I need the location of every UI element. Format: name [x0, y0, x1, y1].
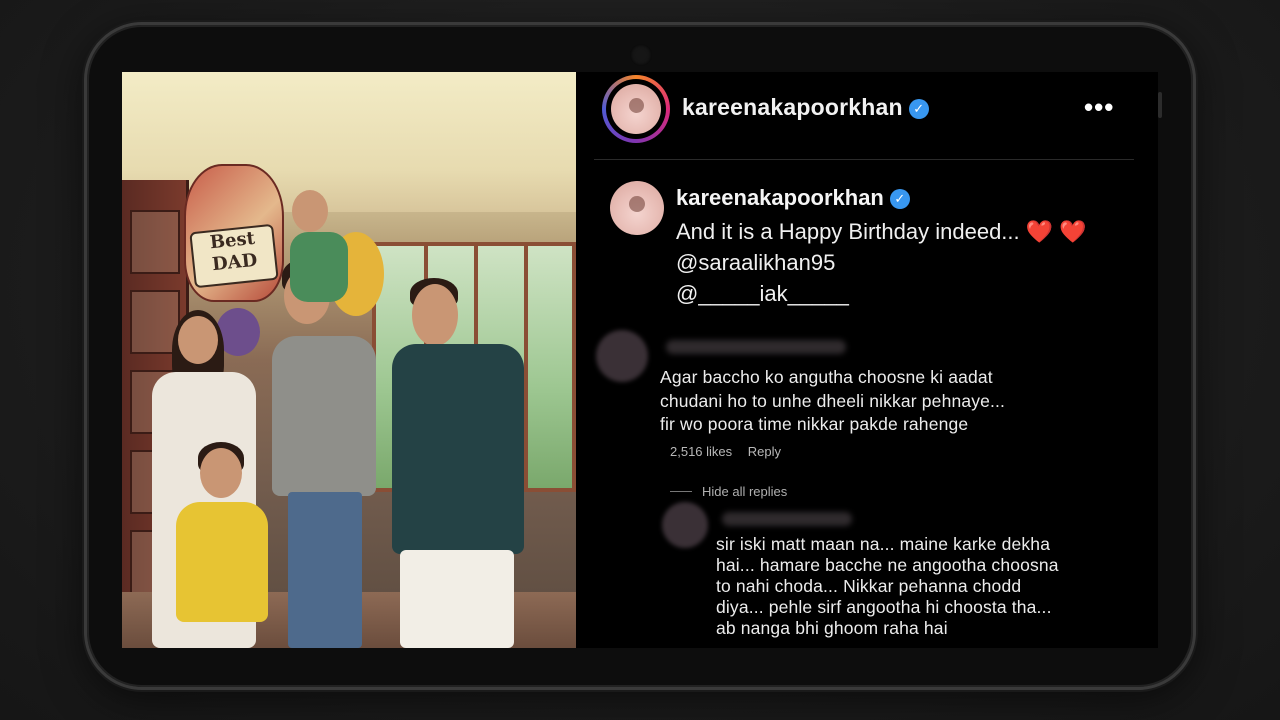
balloon-text: Best DAD: [189, 223, 279, 289]
front-camera: [630, 44, 652, 66]
commenter-username[interactable]: [666, 340, 846, 354]
post-details-panel: kareenakapoorkhan ✓ ••• kareenakapoorkhan…: [576, 72, 1158, 648]
comment-meta: 2,516 likes Reply: [670, 444, 793, 459]
hide-replies-button[interactable]: Hide all replies: [670, 484, 787, 499]
comment-line: Agar baccho ko angutha choosne ki aadat: [660, 367, 993, 387]
commenter-avatar[interactable]: [596, 330, 648, 382]
best-dad-balloon: Best DAD: [184, 164, 284, 302]
heart-emoji: ❤️ ❤️: [1025, 219, 1087, 244]
reply-button[interactable]: Reply: [748, 444, 781, 459]
reply-username[interactable]: [722, 512, 852, 526]
profile-avatar: [611, 84, 661, 134]
mention-link[interactable]: @saraalikhan95: [676, 247, 1087, 278]
more-options-icon[interactable]: •••: [1084, 92, 1114, 123]
side-button: [1158, 92, 1162, 118]
post-photo[interactable]: Best DAD: [122, 72, 576, 648]
hide-replies-label: Hide all replies: [702, 484, 788, 499]
caption-username-text: kareenakapoorkhan: [676, 185, 884, 210]
comment-text: Agar baccho ko angutha choosne ki aadat …: [660, 366, 1005, 437]
header-divider: [594, 159, 1134, 160]
profile-story-ring[interactable]: [602, 75, 670, 143]
reply-text: sir iski matt maan na... maine karke dek…: [716, 534, 1059, 639]
caption-username[interactable]: kareenakapoorkhan ✓: [676, 185, 910, 211]
caption-body: And it is a Happy Birthday indeed... ❤️ …: [676, 216, 1087, 309]
post-username[interactable]: kareenakapoorkhan ✓: [682, 94, 929, 121]
reply-avatar[interactable]: [662, 502, 708, 548]
reply-line: hai... hamare bacche ne angootha choosna: [716, 555, 1059, 575]
replies-line: [670, 491, 692, 492]
comment-likes[interactable]: 2,516 likes: [670, 444, 732, 459]
caption-text: And it is a Happy Birthday indeed...: [676, 219, 1020, 244]
reply-line: ab nanga bhi ghoom raha hai: [716, 618, 948, 638]
reply-line: diya... pehle sirf angootha hi choosta t…: [716, 597, 1052, 617]
comment-line: fir wo poora time nikkar pakde rahenge: [660, 414, 969, 434]
reply-line: sir iski matt maan na... maine karke dek…: [716, 534, 1051, 554]
mention-link[interactable]: @_____iak_____: [676, 278, 1087, 309]
reply-line: to nahi choda... Nikkar pehanna chodd: [716, 576, 1022, 596]
comment-line: chudani ho to unhe dheeli nikkar pehnaye…: [660, 390, 1006, 411]
caption-avatar[interactable]: [610, 181, 664, 235]
post-username-text: kareenakapoorkhan: [682, 94, 903, 120]
instagram-post-view: Best DAD kareenakapoorkhan ✓ ••• kareena…: [122, 72, 1158, 648]
verified-badge-icon: ✓: [908, 99, 929, 119]
verified-badge-icon: ✓: [889, 189, 910, 209]
